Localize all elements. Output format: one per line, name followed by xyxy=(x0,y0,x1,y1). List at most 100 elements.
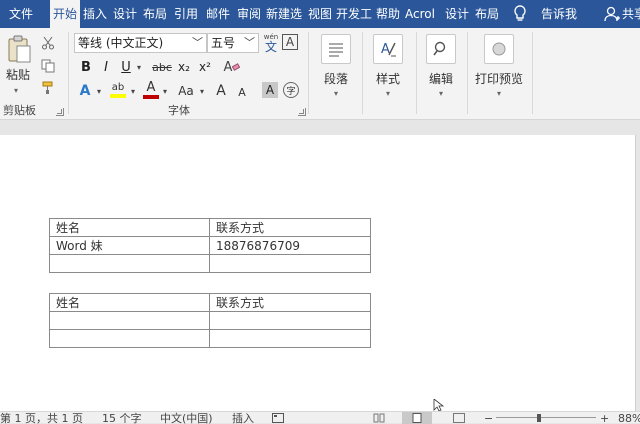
chevron-down-icon[interactable]: ﹀ xyxy=(192,34,203,52)
font-color-dropdown-caret[interactable]: ▾ xyxy=(160,82,170,100)
editing-button[interactable]: 编辑 ▾ xyxy=(421,34,461,98)
tab-new-group[interactable]: 新建选 xyxy=(266,0,304,28)
table-cell[interactable] xyxy=(209,329,371,348)
contact-table-1[interactable]: 姓名 联系方式 Word 妹 18876876709 xyxy=(49,218,371,273)
paragraph-dropdown-caret[interactable]: ▾ xyxy=(316,89,356,98)
strikethrough-button[interactable]: abc xyxy=(150,58,174,76)
paragraph-icon xyxy=(321,34,351,64)
read-mode-icon[interactable] xyxy=(372,412,386,424)
paste-icon[interactable] xyxy=(4,34,34,64)
tab-review[interactable]: 审阅 xyxy=(235,0,263,28)
tab-developer[interactable]: 开发工 xyxy=(336,0,372,28)
subscript-button[interactable]: x₂ xyxy=(175,58,193,76)
tab-design[interactable]: 设计 xyxy=(111,0,139,28)
table-cell[interactable]: 联系方式 xyxy=(209,218,371,237)
underline-button[interactable]: U xyxy=(117,58,135,76)
copy-icon[interactable] xyxy=(40,58,56,74)
tab-view[interactable]: 视图 xyxy=(306,0,334,28)
print-layout-icon[interactable] xyxy=(402,412,432,424)
table-cell[interactable] xyxy=(209,311,371,330)
character-border-button[interactable]: A xyxy=(282,34,298,50)
group-separator xyxy=(362,32,363,114)
styles-dropdown-caret[interactable]: ▾ xyxy=(368,89,408,98)
group-separator xyxy=(68,32,69,114)
zoom-in-button[interactable]: + xyxy=(600,412,610,424)
chevron-down-icon[interactable]: ﹀ xyxy=(244,34,255,52)
character-shading-button[interactable]: A xyxy=(262,82,278,98)
zoom-slider[interactable] xyxy=(496,417,596,418)
font-color-button[interactable]: A xyxy=(142,80,160,100)
shrink-font-button[interactable]: A xyxy=(234,84,250,100)
change-case-button[interactable]: Aa xyxy=(175,82,197,100)
table-row: Word 妹 18876876709 xyxy=(49,236,371,255)
font-group-label: 字体 xyxy=(168,104,190,117)
text-effects-dropdown-caret[interactable]: ▾ xyxy=(94,82,104,100)
share-button[interactable]: 共享 xyxy=(622,0,640,28)
table-cell[interactable]: 18876876709 xyxy=(209,236,371,255)
tab-table-layout[interactable]: 布局 xyxy=(473,0,501,28)
tab-help[interactable]: 帮助 xyxy=(374,0,402,28)
zoom-slider-thumb[interactable] xyxy=(537,414,541,422)
highlight-dropdown-caret[interactable]: ▾ xyxy=(128,82,138,100)
tab-references[interactable]: 引用 xyxy=(172,0,200,28)
table-cell[interactable] xyxy=(49,311,210,330)
table-cell[interactable]: 姓名 xyxy=(49,218,210,237)
change-case-dropdown-caret[interactable]: ▾ xyxy=(197,82,207,100)
font-name-combo[interactable]: 等线 (中文正文) ﹀ xyxy=(74,33,207,53)
lightbulb-icon[interactable] xyxy=(511,4,529,24)
insert-mode-indicator[interactable]: 插入 xyxy=(232,412,262,424)
font-dialog-launcher[interactable] xyxy=(298,108,306,116)
zoom-out-button[interactable]: − xyxy=(484,412,494,424)
table-cell[interactable] xyxy=(49,254,210,273)
table-cell[interactable]: 联系方式 xyxy=(209,293,371,312)
table-cell[interactable] xyxy=(209,254,371,273)
group-separator xyxy=(416,32,417,114)
paste-dropdown-caret[interactable]: ▾ xyxy=(14,84,18,96)
word-count[interactable]: 15 个字 xyxy=(102,412,150,424)
print-preview-dropdown-caret[interactable]: ▾ xyxy=(472,89,526,98)
table-cell[interactable] xyxy=(49,329,210,348)
document-page[interactable]: 姓名 联系方式 Word 妹 18876876709 姓名 联系方式 xyxy=(0,135,636,411)
tab-layout[interactable]: 布局 xyxy=(141,0,169,28)
tab-mailings[interactable]: 邮件 xyxy=(204,0,232,28)
page-count[interactable]: 第 1 页，共 1 页 xyxy=(0,412,95,424)
tab-home[interactable]: 开始 xyxy=(50,0,80,28)
print-preview-icon xyxy=(484,34,514,64)
text-effects-button[interactable]: A xyxy=(76,82,94,100)
mouse-cursor-icon xyxy=(432,399,446,411)
phonetic-guide-button[interactable]: wén 文 xyxy=(262,32,280,54)
contact-table-2[interactable]: 姓名 联系方式 xyxy=(49,293,371,348)
zoom-level[interactable]: 88% xyxy=(618,412,640,424)
eraser-icon xyxy=(232,63,241,71)
tab-acrobat[interactable]: Acrol xyxy=(405,0,440,28)
paragraph-button[interactable]: 段落 ▾ xyxy=(316,34,356,98)
tab-table-design[interactable]: 设计 xyxy=(443,0,471,28)
editing-dropdown-caret[interactable]: ▾ xyxy=(421,89,461,98)
clipboard-dialog-launcher[interactable] xyxy=(56,108,64,116)
styles-button[interactable]: A 样式 ▾ xyxy=(368,34,408,98)
table-cell[interactable]: Word 妹 xyxy=(49,236,210,255)
paste-button[interactable]: 粘贴 xyxy=(6,68,30,80)
table-cell[interactable]: 姓名 xyxy=(49,293,210,312)
tab-insert[interactable]: 插入 xyxy=(81,0,109,28)
macro-record-icon[interactable] xyxy=(271,412,285,424)
clear-formatting-glyph: A xyxy=(223,59,233,75)
web-layout-icon[interactable] xyxy=(452,412,466,424)
underline-dropdown-caret[interactable]: ▾ xyxy=(134,58,144,76)
bold-button[interactable]: B xyxy=(77,58,95,76)
styles-icon: A xyxy=(373,34,403,64)
enclose-characters-button[interactable]: 字 xyxy=(283,82,299,98)
grow-font-button[interactable]: A xyxy=(212,82,230,100)
italic-button[interactable]: I xyxy=(97,58,115,76)
cut-icon[interactable] xyxy=(40,35,56,51)
highlight-button[interactable]: ab xyxy=(108,80,128,100)
clear-formatting-button[interactable]: A xyxy=(222,58,242,76)
superscript-button[interactable]: x² xyxy=(196,58,214,76)
print-preview-button[interactable]: 打印预览 ▾ xyxy=(472,34,526,98)
tell-me-search[interactable]: 告诉我 xyxy=(536,0,582,28)
format-painter-icon[interactable] xyxy=(40,80,56,96)
user-icon[interactable] xyxy=(604,4,622,24)
font-size-combo[interactable]: 五号 ﹀ xyxy=(207,33,259,53)
language-indicator[interactable]: 中文(中国) xyxy=(160,412,224,424)
tab-file[interactable]: 文件 xyxy=(0,0,42,28)
